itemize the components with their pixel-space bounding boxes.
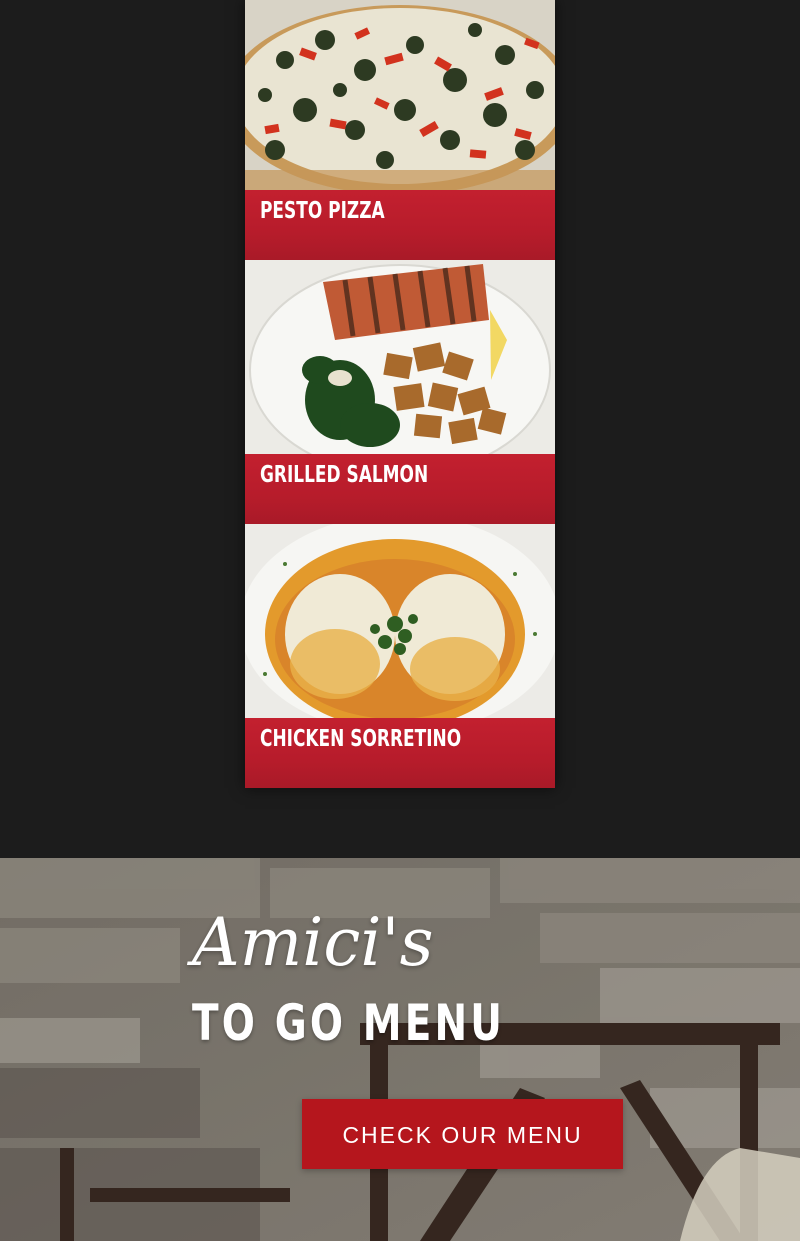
dish-banner: GRILLED SALMON	[245, 454, 555, 524]
grilled-salmon-photo	[245, 260, 555, 454]
dish-label: CHICKEN SORRETINO	[260, 726, 462, 752]
page: PESTO PIZZA GRILLED SALMON CHICKEN SORRE…	[0, 0, 800, 1241]
dish-banner: PESTO PIZZA	[245, 190, 555, 260]
restaurant-script-title: Amici's	[192, 904, 434, 981]
dish-card-grilled-salmon[interactable]: GRILLED SALMON	[245, 260, 555, 524]
dish-label: GRILLED SALMON	[260, 462, 429, 488]
featured-dishes-list: PESTO PIZZA GRILLED SALMON CHICKEN SORRE…	[245, 0, 555, 788]
pesto-pizza-photo	[245, 0, 555, 190]
dish-banner: CHICKEN SORRETINO	[245, 718, 555, 788]
chicken-sorretino-photo	[245, 524, 555, 718]
dish-card-chicken-sorretino[interactable]: CHICKEN SORRETINO	[245, 524, 555, 788]
to-go-menu-section: Amici's TO GO MENU CHECK OUR MENU	[0, 858, 800, 1241]
to-go-menu-heading: TO GO MENU	[192, 994, 506, 1052]
dish-label: PESTO PIZZA	[260, 198, 385, 224]
dish-card-pesto-pizza[interactable]: PESTO PIZZA	[245, 0, 555, 260]
check-our-menu-button[interactable]: CHECK OUR MENU	[302, 1099, 623, 1169]
